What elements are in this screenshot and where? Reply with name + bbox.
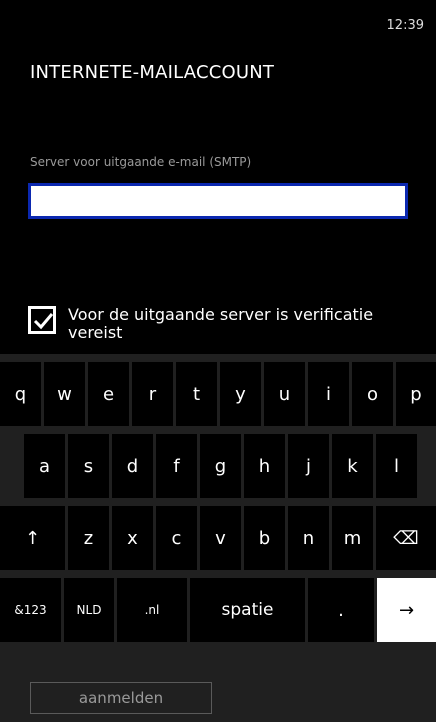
- smtp-field-label: Server voor uitgaande e-mail (SMTP): [30, 155, 252, 169]
- space-key[interactable]: spatie: [190, 578, 305, 642]
- period-key[interactable]: .: [308, 578, 374, 642]
- language-key[interactable]: NLD: [64, 578, 114, 642]
- key-l[interactable]: l: [376, 434, 417, 498]
- page-title: INTERNETE-MAILACCOUNT: [30, 62, 275, 83]
- key-x[interactable]: x: [112, 506, 153, 570]
- verification-label: Voor de uitgaande server is verificatie …: [68, 305, 374, 342]
- smtp-server-input[interactable]: [28, 183, 408, 219]
- key-k[interactable]: k: [332, 434, 373, 498]
- key-n[interactable]: n: [288, 506, 329, 570]
- status-bar: 12:39: [0, 0, 436, 40]
- key-f[interactable]: f: [156, 434, 197, 498]
- key-z[interactable]: z: [68, 506, 109, 570]
- key-w[interactable]: w: [44, 362, 85, 426]
- verification-checkbox[interactable]: [28, 306, 56, 334]
- key-d[interactable]: d: [112, 434, 153, 498]
- key-c[interactable]: c: [156, 506, 197, 570]
- key-g[interactable]: g: [200, 434, 241, 498]
- key-b[interactable]: b: [244, 506, 285, 570]
- domain-key[interactable]: .nl: [117, 578, 187, 642]
- key-i[interactable]: i: [308, 362, 349, 426]
- key-a[interactable]: a: [24, 434, 65, 498]
- key-m[interactable]: m: [332, 506, 373, 570]
- key-p[interactable]: p: [396, 362, 436, 426]
- key-r[interactable]: r: [132, 362, 173, 426]
- backspace-key[interactable]: ⌫: [376, 506, 436, 570]
- key-u[interactable]: u: [264, 362, 305, 426]
- shift-key[interactable]: ↑: [0, 506, 65, 570]
- key-y[interactable]: y: [220, 362, 261, 426]
- status-time: 12:39: [386, 18, 424, 33]
- enter-key[interactable]: →: [377, 578, 436, 642]
- suggestion-word[interactable]: aanmelden: [30, 682, 212, 714]
- key-t[interactable]: t: [176, 362, 217, 426]
- key-j[interactable]: j: [288, 434, 329, 498]
- key-v[interactable]: v: [200, 506, 241, 570]
- key-q[interactable]: q: [0, 362, 41, 426]
- key-o[interactable]: o: [352, 362, 393, 426]
- suggestion-bar: aanmelden: [0, 674, 436, 722]
- numbers-key[interactable]: &123: [0, 578, 61, 642]
- key-e[interactable]: e: [88, 362, 129, 426]
- on-screen-keyboard: q w e r t y u i o p a s d f g h j k l ↑ …: [0, 354, 436, 722]
- checkmark-icon: [33, 313, 54, 330]
- key-h[interactable]: h: [244, 434, 285, 498]
- key-s[interactable]: s: [68, 434, 109, 498]
